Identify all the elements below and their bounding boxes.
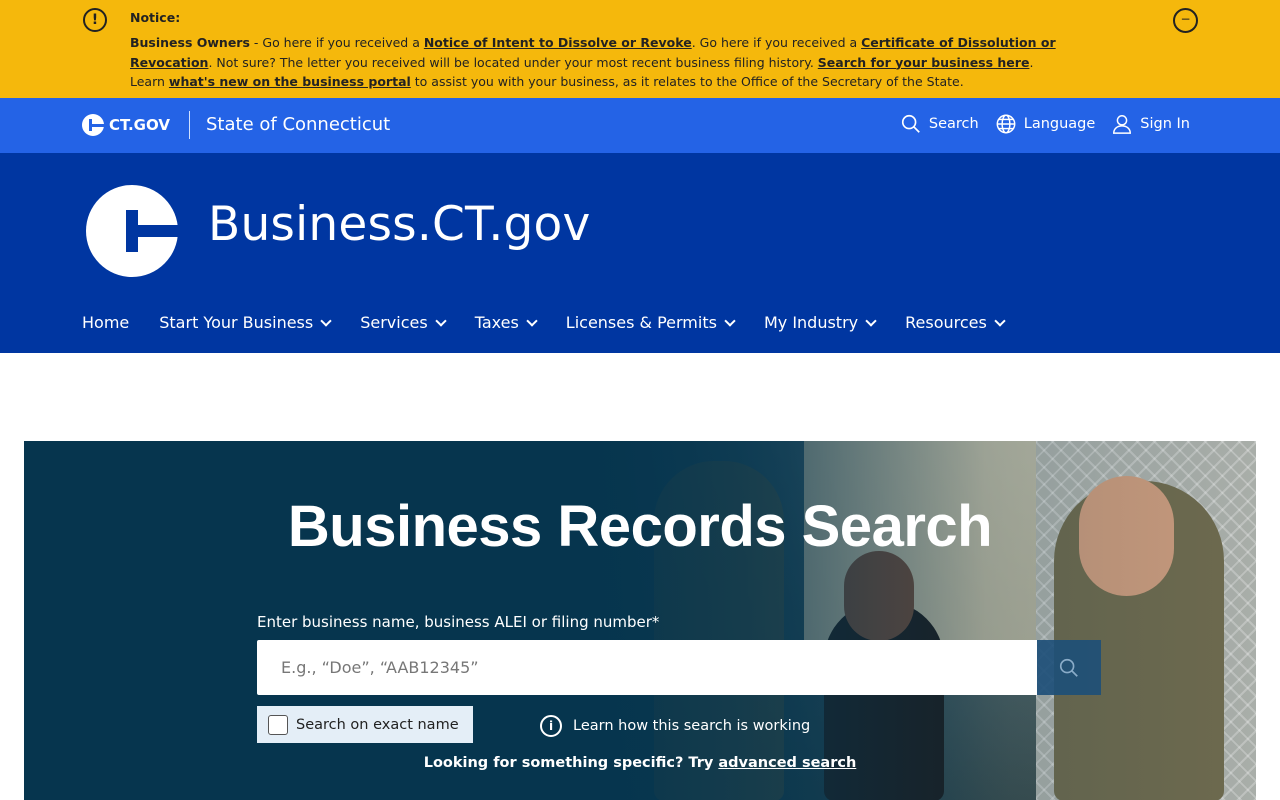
user-icon — [1113, 115, 1132, 134]
notice-text-5: Learn — [130, 74, 169, 89]
notice-title: Notice: — [130, 10, 181, 25]
language-label: Language — [1023, 116, 1096, 132]
utility-actions: Search Language Sign In — [900, 113, 1190, 135]
search-submit-button[interactable] — [1037, 640, 1101, 695]
learn-search-link[interactable]: i Learn how this search is working — [540, 715, 810, 737]
nav-item-home[interactable]: Home — [82, 313, 129, 332]
ctgov-logo[interactable]: CT.GOV — [82, 114, 170, 136]
search-icon — [901, 114, 920, 133]
chevron-down-icon — [435, 314, 447, 327]
utility-search-label: Search — [928, 116, 979, 132]
nav-item-taxes[interactable]: Taxes — [474, 313, 538, 332]
notice-text-4: . — [1029, 54, 1034, 70]
business-search-input[interactable] — [257, 640, 1037, 695]
notice-intent-link[interactable]: Notice of Intent to Dissolve or Revoke — [424, 35, 692, 50]
nav-label-taxes: Taxes — [474, 313, 519, 332]
ct-logo-icon — [82, 114, 104, 136]
site-title[interactable]: Business.CT.gov — [208, 197, 591, 252]
utility-bar: CT.GOV State of Connecticut Search Langu… — [0, 98, 1280, 153]
search-label: Enter business name, business ALEI or fi… — [257, 613, 660, 631]
nav-label-start-your-business: Start Your Business — [159, 313, 314, 332]
notice-text-1: - Go here if you received a — [249, 35, 424, 50]
nav-item-licenses-permits[interactable]: Licenses & Permits — [565, 313, 736, 332]
advanced-search-prompt: Looking for something specific? Try adva… — [24, 755, 1256, 771]
nav-label-services: Services — [360, 313, 428, 332]
ctgov-logo-text: CT.GOV — [109, 116, 170, 134]
notice-banner: ! Notice: Business Owners - Go here if y… — [0, 0, 1280, 98]
hero-search-section: Business Records Search Enter business n… — [24, 441, 1256, 800]
notice-search-link[interactable]: Search for your business here — [818, 55, 1030, 70]
utility-search-button[interactable]: Search — [900, 113, 979, 135]
nav-label-my-industry: My Industry — [763, 313, 859, 332]
exact-name-label: Search on exact name — [296, 716, 459, 733]
nav-label-licenses-permits: Licenses & Permits — [565, 313, 717, 332]
chevron-down-icon — [320, 314, 332, 327]
nav-label-home: Home — [82, 313, 130, 332]
checkbox-icon — [268, 714, 288, 735]
hero-title: Business Records Search — [287, 494, 993, 559]
collapse-notice-button[interactable]: − — [1173, 8, 1198, 33]
notice-text-3: . Not sure? The letter you received will… — [208, 54, 818, 70]
site-header: Business.CT.gov Home Start Your Business… — [0, 153, 1280, 353]
notice-text: Business Owners - Go here if you receive… — [130, 33, 1140, 92]
notice-lead: Business Owners — [130, 35, 250, 50]
language-button[interactable]: Language — [995, 113, 1096, 135]
advanced-search-link[interactable]: advanced search — [718, 755, 856, 771]
advanced-search-prompt-text: Looking for something specific? Try — [423, 755, 719, 771]
nav-label-resources: Resources — [905, 313, 987, 332]
main-nav: Home Start Your Business Services Taxes … — [82, 313, 1006, 332]
sign-in-label: Sign In — [1140, 116, 1190, 132]
business-ct-logo-icon[interactable] — [86, 185, 178, 277]
globe-icon — [996, 114, 1016, 134]
sign-in-button[interactable]: Sign In — [1111, 113, 1190, 135]
exclamation-circle-icon: ! — [83, 8, 107, 32]
state-name-link[interactable]: State of Connecticut — [206, 114, 390, 135]
nav-item-services[interactable]: Services — [360, 313, 447, 332]
info-icon: i — [540, 715, 562, 737]
nav-item-resources[interactable]: Resources — [905, 313, 1006, 332]
notice-whats-new-link[interactable]: what's new on the business portal — [169, 74, 411, 89]
notice-text-2: . Go here if you received a — [691, 35, 862, 50]
chevron-down-icon — [994, 314, 1006, 327]
chevron-down-icon — [526, 314, 538, 327]
chevron-down-icon — [865, 314, 877, 327]
nav-item-start-your-business[interactable]: Start Your Business — [159, 313, 332, 332]
nav-item-my-industry[interactable]: My Industry — [763, 313, 877, 332]
notice-text-6: to assist you with your business, as it … — [410, 74, 964, 89]
learn-search-label: Learn how this search is working — [573, 718, 811, 734]
search-icon — [1059, 658, 1078, 677]
exact-name-checkbox[interactable]: Search on exact name — [257, 706, 473, 743]
utility-divider — [189, 111, 190, 139]
chevron-down-icon — [724, 314, 736, 327]
